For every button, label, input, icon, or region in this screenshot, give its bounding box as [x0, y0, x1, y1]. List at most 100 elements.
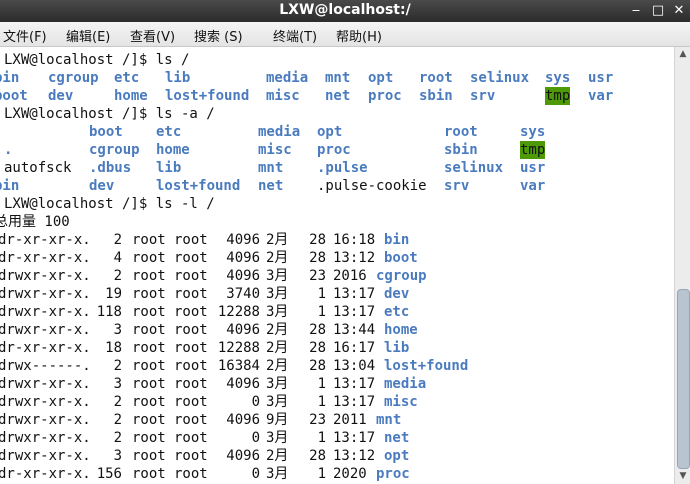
dir-entry: lib: [165, 70, 191, 86]
dir-name-cell: bin: [384, 232, 410, 248]
long-listing-row: drwxr-xr-x. 2 root root 4096 3月 23 2016 cgroup: [0, 267, 674, 285]
group-cell: root: [174, 322, 208, 338]
vertical-scrollbar[interactable]: ▲ ▼: [674, 47, 690, 484]
dir-entry: var: [588, 88, 614, 104]
ls-a-output-row: . cgroup home misc proc sbin tmp: [0, 141, 674, 159]
close-icon[interactable]: ✕: [671, 3, 687, 19]
dir-name-cell: misc: [384, 394, 418, 410]
group-cell: root: [174, 304, 208, 320]
dir-name-cell: proc: [376, 466, 410, 482]
group-cell: root: [174, 430, 208, 446]
size-cell: 4096: [226, 250, 260, 266]
ls-output-row: bin cgroup etc lib media mnt opt root se…: [0, 69, 674, 87]
perm-cell: drwxr-xr-x.: [0, 448, 91, 464]
owner-cell: root: [132, 376, 166, 392]
owner-cell: root: [132, 322, 166, 338]
dir-entry: cgroup: [89, 142, 140, 158]
time-cell: 2016: [333, 268, 367, 284]
month-cell: 2月: [266, 358, 289, 374]
links-cell: 4: [113, 250, 122, 266]
dir-entry: srv: [444, 178, 470, 194]
size-cell: 4096: [226, 232, 260, 248]
time-cell: 2020: [333, 466, 367, 482]
perm-cell: dr-xr-xr-x.: [0, 232, 91, 248]
dir-entry: net: [325, 88, 351, 104]
owner-cell: root: [132, 286, 166, 302]
minimize-icon[interactable]: ‒: [628, 3, 644, 19]
menu-edit[interactable]: 编辑(E): [66, 26, 110, 45]
dir-entry: .pulse: [317, 160, 368, 176]
long-listing-row: dr-xr-xr-x. 156 root root 0 3月 1 2020 proc: [0, 465, 674, 483]
dir-entry: opt: [368, 70, 394, 86]
size-cell: 4096: [226, 376, 260, 392]
dir-entry: opt: [317, 124, 343, 140]
menu-file[interactable]: 文件(F): [3, 26, 47, 45]
dir-entry: usr: [520, 160, 546, 176]
long-listing-row: drwxr-xr-x. 2 root root 4096 9月 23 2011 mnt: [0, 411, 674, 429]
dir-entry: home: [114, 88, 148, 104]
dir-name-cell: net: [384, 430, 410, 446]
dir-entry: mnt: [325, 70, 351, 86]
scroll-up-icon[interactable]: ▲: [677, 49, 689, 59]
owner-cell: root: [132, 466, 166, 482]
dir-entry: proc: [368, 88, 402, 104]
time-cell: 13:12: [333, 448, 376, 464]
size-cell: 0: [251, 394, 260, 410]
dir-entry-highlighted: tmp: [520, 141, 546, 159]
dir-entry: media: [258, 124, 301, 140]
prompt-text: LXW@localhost /]$ ls /: [4, 52, 190, 68]
dir-name-cell: boot: [384, 250, 418, 266]
day-cell: 28: [309, 340, 326, 356]
dir-entry: sbin: [419, 88, 453, 104]
menu-view[interactable]: 查看(V): [130, 26, 175, 45]
links-cell: 2: [113, 412, 122, 428]
day-cell: 28: [309, 358, 326, 374]
menu-help[interactable]: 帮助(H): [336, 26, 382, 45]
group-cell: root: [174, 268, 208, 284]
size-cell: 16384: [217, 358, 260, 374]
links-cell: 118: [96, 304, 122, 320]
dir-entry: boot: [0, 88, 28, 104]
terminal-output[interactable]: LXW@localhost /]$ ls / bin cgroup etc li…: [0, 47, 674, 484]
menu-search[interactable]: 搜索 (S): [194, 26, 243, 45]
long-listing-row: drwxr-xr-x. 3 root root 4096 2月 28 13:44 home: [0, 321, 674, 339]
owner-cell: root: [132, 340, 166, 356]
perm-cell: drwxr-xr-x.: [0, 304, 91, 320]
long-listing-row: dr-xr-xr-x. 18 root root 12288 2月 28 16:17 lib: [0, 339, 674, 357]
maximize-icon[interactable]: □: [650, 3, 666, 19]
dir-entry: root: [419, 70, 453, 86]
scrollbar-thumb[interactable]: [677, 289, 690, 469]
size-cell: 4096: [226, 412, 260, 428]
scroll-down-icon[interactable]: ▼: [677, 471, 689, 481]
time-cell: 13:17: [333, 286, 376, 302]
size-cell: 12288: [217, 304, 260, 320]
dir-entry: selinux: [470, 70, 530, 86]
dir-entry: .dbus: [89, 160, 132, 176]
time-cell: 13:17: [333, 394, 376, 410]
long-listing-row: dr-xr-xr-x. 2 root root 4096 2月 28 16:18 bin: [0, 231, 674, 249]
links-cell: 2: [113, 358, 122, 374]
day-cell: 28: [309, 322, 326, 338]
file-entry: autofsck: [4, 160, 72, 176]
menu-terminal[interactable]: 终端(T): [273, 26, 317, 45]
day-cell: 1: [317, 304, 326, 320]
month-cell: 2月: [266, 340, 289, 356]
time-cell: 13:17: [333, 376, 376, 392]
month-cell: 2月: [266, 232, 289, 248]
month-cell: 2月: [266, 448, 289, 464]
month-cell: 2月: [266, 322, 289, 338]
file-entry: .pulse-cookie: [317, 178, 427, 194]
dir-entry: misc: [258, 142, 292, 158]
month-cell: 3月: [266, 376, 289, 392]
size-cell: 0: [251, 430, 260, 446]
dir-entry: bin: [0, 70, 20, 86]
dir-entry: .: [4, 142, 13, 158]
dir-entry: lost+found: [156, 178, 241, 194]
day-cell: 28: [309, 448, 326, 464]
size-cell: 4096: [226, 268, 260, 284]
links-cell: 2: [113, 268, 122, 284]
long-listing-row: drwxr-xr-x. 3 root root 4096 3月 1 13:17 media: [0, 375, 674, 393]
size-cell: 0: [251, 466, 260, 482]
day-cell: 1: [317, 466, 326, 482]
month-cell: 3月: [266, 394, 289, 410]
